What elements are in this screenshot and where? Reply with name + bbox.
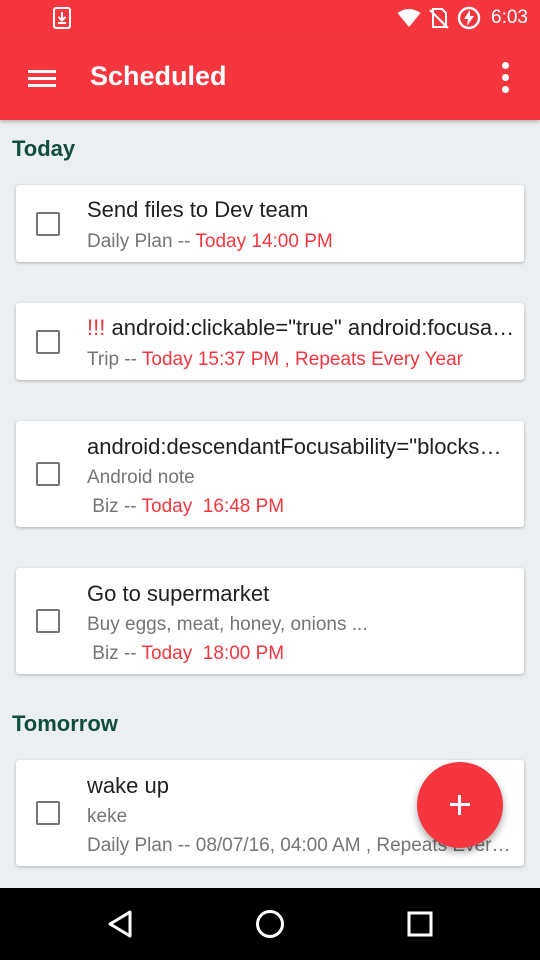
- navigation-bar: [0, 888, 540, 960]
- task-card[interactable]: android:descendantFocusability="blocksDe…: [16, 421, 524, 527]
- task-schedule: Today 18:00 PM: [141, 643, 285, 664]
- task-meta: Biz -- Today 18:00 PM: [87, 643, 515, 665]
- task-schedule: Today 15:37 PM , Repeats Every Year: [141, 349, 463, 370]
- task-schedule: Today 14:00 PM: [195, 231, 333, 252]
- task-schedule: Today 16:48 PM: [141, 496, 285, 517]
- download-notification-icon: [53, 7, 71, 29]
- recents-icon[interactable]: [402, 906, 438, 942]
- section-header-today: Today: [12, 136, 76, 161]
- status-bar: 6:03: [0, 0, 540, 36]
- task-title: Go to supermarket: [87, 581, 270, 606]
- add-task-button[interactable]: [417, 762, 503, 848]
- task-card[interactable]: !!! android:clickable="true" android:foc…: [16, 303, 524, 380]
- battery-charging-icon: [457, 6, 481, 30]
- home-icon[interactable]: [252, 906, 288, 942]
- task-title: Send files to Dev team: [87, 197, 309, 222]
- task-title: android:descendantFocusability="blocksDe…: [87, 434, 515, 459]
- back-icon[interactable]: [102, 906, 138, 942]
- page-title: Scheduled: [90, 61, 227, 91]
- task-checkbox[interactable]: [36, 462, 60, 486]
- task-note: Android note: [87, 467, 195, 488]
- task-checkbox[interactable]: [36, 330, 60, 354]
- task-checkbox[interactable]: [36, 609, 60, 633]
- task-card[interactable]: Send files to Dev team Daily Plan -- Tod…: [16, 185, 524, 262]
- priority-marker: !!!: [87, 315, 106, 340]
- hamburger-menu-icon[interactable]: [22, 58, 62, 98]
- task-note: Buy eggs, meat, honey, onions ...: [87, 614, 368, 635]
- wifi-icon: [397, 9, 421, 27]
- task-title: !!! android:clickable="true" android:foc…: [87, 315, 515, 340]
- no-sim-icon: [429, 8, 449, 29]
- status-icons: 6:03: [397, 6, 528, 30]
- status-time: 6:03: [491, 7, 528, 28]
- task-category: Trip --: [87, 349, 142, 370]
- task-meta: Daily Plan -- Today 14:00 PM: [87, 231, 515, 253]
- task-checkbox[interactable]: [36, 801, 60, 825]
- more-vert-icon[interactable]: [490, 58, 520, 98]
- task-card[interactable]: Go to supermarket Buy eggs, meat, honey,…: [16, 568, 524, 674]
- task-meta: Trip -- Today 15:37 PM , Repeats Every Y…: [87, 349, 515, 371]
- task-meta: Biz -- Today 16:48 PM: [87, 496, 515, 518]
- task-category: Daily Plan --: [87, 231, 196, 252]
- task-checkbox[interactable]: [36, 212, 60, 236]
- app-bar: Scheduled: [0, 36, 540, 120]
- section-header-tomorrow: Tomorrow: [12, 711, 118, 736]
- task-category: Biz --: [87, 496, 142, 517]
- task-category: Biz --: [87, 643, 142, 664]
